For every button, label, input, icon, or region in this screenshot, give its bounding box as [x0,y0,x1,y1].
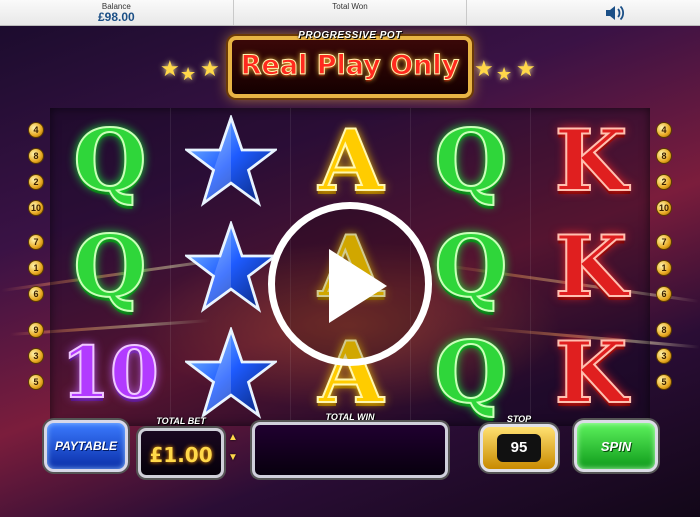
reel-cell: K [531,214,651,320]
payline-marker-right[interactable]: 6 [656,286,672,302]
star-decoration-icon: ★ [516,56,536,81]
reel-1: Q Q 10 [50,108,170,426]
payline-marker-right[interactable]: 10 [656,200,672,216]
payline-marker-left[interactable]: 3 [28,348,44,364]
total-bet-value: £1.00 [149,443,213,467]
sound-panel [467,0,700,25]
reel-cell: K [531,108,651,214]
reel-cell: Q [50,108,170,214]
symbol-10: 10 [60,331,159,414]
payline-marker-right[interactable]: 8 [656,322,672,338]
star-decoration-icon: ★ [474,56,494,81]
play-button[interactable] [268,202,432,366]
star-decoration-icon: ★ [160,56,180,81]
game-stage: ★ ★ ★ ★ ★ ★ Real Play Only PROGRESSIVE P… [0,26,700,517]
reel-cell: K [531,320,651,426]
symbol-q: Q [433,323,508,422]
payline-marker-left[interactable]: 8 [28,148,44,164]
star-decoration-icon: ★ [180,64,197,84]
reel-cell: A [291,108,411,214]
payline-marker-left[interactable]: 7 [28,234,44,250]
stop-label: STOP [506,414,532,424]
reel-cell: Q [411,320,531,426]
symbol-a: A [317,111,384,210]
total-bet-label: TOTAL BET [156,416,206,426]
star-decoration-icon: ★ [496,64,513,84]
balance-panel: Balance £98.00 [0,0,234,25]
progressive-pot-label: PROGRESSIVE POT [298,30,402,41]
stop-value: 95 [497,434,541,462]
speaker-icon[interactable] [604,4,626,22]
payline-marker-left[interactable]: 9 [28,322,44,338]
reel-cell: Q [50,214,170,320]
symbol-k: K [553,111,628,210]
paytable-button[interactable]: PAYTABLE [44,420,128,472]
star-symbol-icon [171,320,291,426]
spin-button[interactable]: SPIN [574,420,658,472]
total-bet-display: £1.00 [138,428,224,478]
payline-marker-right[interactable]: 1 [656,260,672,276]
payline-marker-right[interactable]: 8 [656,148,672,164]
payline-marker-left[interactable]: 4 [28,122,44,138]
paytable-label: PAYTABLE [55,439,117,453]
payline-marker-left[interactable]: 1 [28,260,44,276]
top-status-bar: Balance £98.00 Total Won [0,0,700,26]
payline-marker-left[interactable]: 2 [28,174,44,190]
balance-value: £98.00 [97,10,135,24]
symbol-k: K [553,323,628,422]
payline-marker-right[interactable]: 5 [656,374,672,390]
payline-marker-right[interactable]: 3 [656,348,672,364]
bet-increase-icon[interactable]: ▲ [226,432,240,444]
payline-marker-left[interactable]: 5 [28,374,44,390]
play-icon [329,249,387,323]
total-win-display [252,422,448,478]
symbol-k: K [553,217,628,316]
reel-cell: 10 [50,320,170,426]
marquee-text: Real Play Only [240,50,460,82]
symbol-q: Q [433,111,508,210]
symbol-q: Q [433,217,508,316]
total-won-label: Total Won [332,2,368,11]
total-win-label: TOTAL WIN [325,412,375,422]
payline-marker-left[interactable]: 10 [28,200,44,216]
bet-decrease-icon[interactable]: ▼ [226,452,240,464]
reel-5: KKK [530,108,650,426]
star-decoration-icon: ★ [200,56,220,81]
payline-marker-right[interactable]: 7 [656,234,672,250]
star-symbol-icon [171,108,291,214]
payline-marker-right[interactable]: 4 [656,122,672,138]
symbol-q: Q [72,111,147,210]
spin-label: SPIN [600,439,632,454]
symbol-q: Q [72,217,147,316]
total-won-panel: Total Won [234,0,468,25]
payline-marker-left[interactable]: 6 [28,286,44,302]
reel-cell: Q [411,108,531,214]
autoplay-stop-button[interactable]: 95 [480,424,558,472]
progressive-pot-marquee: Real Play Only [228,36,472,98]
payline-marker-right[interactable]: 2 [656,174,672,190]
